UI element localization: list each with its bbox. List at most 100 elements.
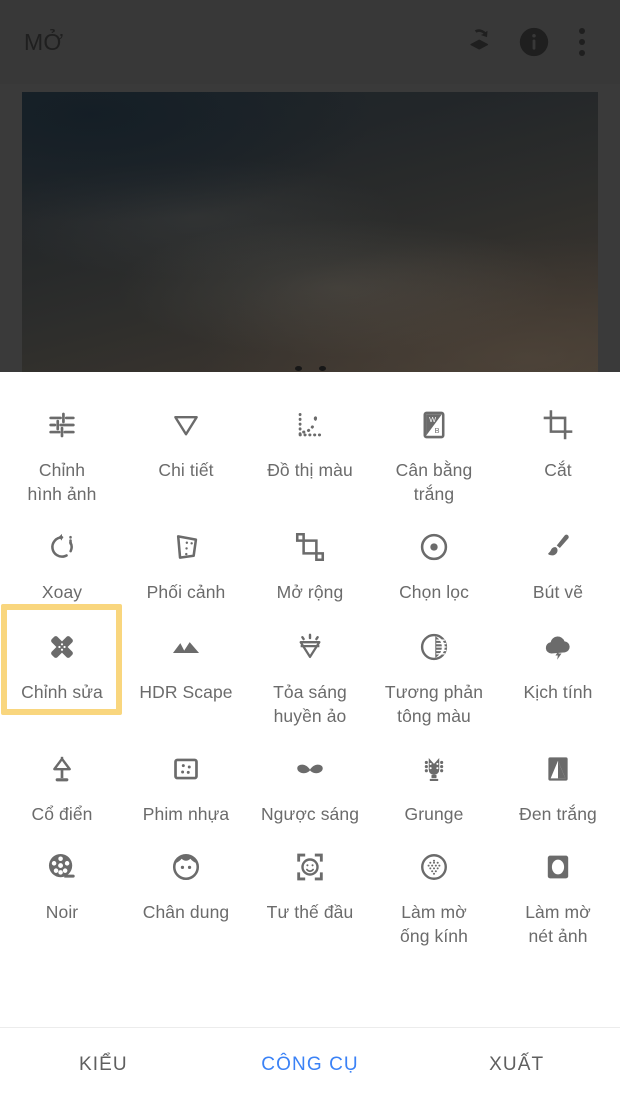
tool-label: Cắt — [544, 460, 572, 480]
details-triangle-icon — [169, 402, 203, 448]
tool-label: Phim nhựa — [142, 804, 230, 824]
curves-icon — [293, 402, 327, 448]
svg-text:B: B — [435, 426, 440, 435]
bottom-tab-bar: KIỂU CÔNG CỤ XUẤT — [0, 1027, 620, 1102]
tool-label: Tư thế đầu — [266, 902, 354, 922]
moustache-icon — [292, 746, 328, 792]
tool-label: Kịch tính — [523, 682, 593, 702]
tool-label: Chỉnh hình ảnh — [27, 460, 97, 504]
tools-grid: Chỉnh hình ảnh Chi tiết Đồ thị màu W B C… — [0, 372, 620, 948]
tools-row: Cổ điển Phim nhựa Ngược sáng Grunge Đen … — [0, 728, 620, 826]
head-pose-icon — [293, 844, 327, 890]
tool-label: Chân dung — [142, 902, 230, 922]
menu-dot — [579, 39, 585, 45]
vignette-blur-icon — [541, 844, 575, 890]
tool-item-kich-tinh[interactable]: Kịch tính — [496, 604, 620, 728]
selective-icon — [417, 524, 451, 570]
tool-label: Làm mờ nét ảnh — [525, 902, 591, 946]
grainy-film-icon — [169, 746, 203, 792]
tool-item-do-thi-mau[interactable]: Đồ thị màu — [248, 384, 372, 506]
page-indicator — [0, 366, 620, 371]
mountains-icon — [169, 624, 203, 670]
tab-xuat[interactable]: XUẤT — [413, 1054, 620, 1076]
tools-row: Xoay Phối cảnh Mở rộng Chọn lọc Bút vẽ — [0, 506, 620, 604]
tool-label: Noir — [45, 902, 79, 922]
overflow-menu-icon[interactable] — [562, 14, 602, 70]
expand-icon — [293, 524, 327, 570]
crop-icon — [541, 402, 575, 448]
tool-label: Mở rộng — [276, 582, 344, 602]
tool-label: Chọn lọc — [399, 582, 469, 602]
tool-item-chon-loc[interactable]: Chọn lọc — [372, 506, 496, 604]
photo-canvas[interactable] — [22, 92, 598, 372]
tool-item-tu-the-dau[interactable]: Tư thế đầu — [248, 826, 372, 948]
tune-icon — [45, 402, 79, 448]
tool-item-chinh-sua[interactable]: Chỉnh sửa — [0, 604, 124, 728]
portrait-face-icon — [169, 844, 203, 890]
tool-label: Ngược sáng — [260, 804, 360, 824]
tab-cong-cu[interactable]: CÔNG CỤ — [207, 1054, 414, 1076]
page-title: MỞ — [24, 28, 64, 55]
tool-item-nguoc-sang[interactable]: Ngược sáng — [248, 728, 372, 826]
perspective-icon — [169, 524, 203, 570]
tool-label: Phối cảnh — [146, 582, 226, 602]
tool-label: Đen trắng — [519, 804, 597, 824]
storm-cloud-icon — [541, 624, 575, 670]
tool-label: Làm mờ ống kính — [400, 902, 468, 946]
black-white-icon — [541, 746, 575, 792]
rotate-icon — [46, 524, 78, 570]
tool-item-grunge[interactable]: Grunge — [372, 728, 496, 826]
tool-item-lam-mo-ong-kinh[interactable]: Làm mờ ống kính — [372, 826, 496, 948]
tool-label: Grunge — [404, 804, 464, 824]
healing-patch-icon — [45, 624, 79, 670]
glamour-gem-icon — [293, 624, 327, 670]
white-balance-icon: W B — [417, 402, 451, 448]
info-icon[interactable] — [506, 14, 562, 70]
svg-text:W: W — [429, 415, 436, 424]
tools-sheet: Chỉnh hình ảnh Chi tiết Đồ thị màu W B C… — [0, 372, 620, 1102]
tool-item-chi-tiet[interactable]: Chi tiết — [124, 384, 248, 506]
app-screen: MỞ Chỉnh hình ảnh Chi tiết Đồ thị màu W … — [0, 0, 620, 1102]
tool-item-mo-rong[interactable]: Mở rộng — [248, 506, 372, 604]
tool-item-chinh-hinh-anh[interactable]: Chỉnh hình ảnh — [0, 384, 124, 506]
tool-item-but-ve[interactable]: Bút vẽ — [496, 506, 620, 604]
menu-dot — [579, 28, 585, 34]
tool-item-xoay[interactable]: Xoay — [0, 506, 124, 604]
lamp-icon — [45, 746, 79, 792]
tool-item-tuong-phan-tong-mau[interactable]: Tương phản tông màu — [372, 604, 496, 728]
tool-item-phoi-canh[interactable]: Phối cảnh — [124, 506, 248, 604]
tool-item-den-trang[interactable]: Đen trắng — [496, 728, 620, 826]
top-app-bar: MỞ — [0, 0, 620, 84]
tool-label: HDR Scape — [139, 682, 233, 702]
tool-item-hdr-scape[interactable]: HDR Scape — [124, 604, 248, 728]
menu-dot — [579, 50, 585, 56]
tool-item-lam-mo-net-anh[interactable]: Làm mờ nét ảnh — [496, 826, 620, 948]
tool-item-co-dien[interactable]: Cổ điển — [0, 728, 124, 826]
tools-row: Noir Chân dung Tư thế đầu Làm mờ ống kín… — [0, 826, 620, 948]
film-reel-icon — [45, 844, 79, 890]
revert-layers-icon[interactable] — [450, 14, 506, 70]
tool-label: Tương phản tông màu — [384, 682, 484, 726]
tool-label: Chi tiết — [158, 460, 214, 480]
tool-item-phim-nhua[interactable]: Phim nhựa — [124, 728, 248, 826]
tonal-contrast-icon — [417, 624, 451, 670]
tool-label: Cân bằng trắng — [395, 460, 473, 504]
tool-label: Bút vẽ — [532, 582, 584, 602]
lens-blur-icon — [417, 844, 451, 890]
tool-label: Chỉnh sửa — [21, 682, 103, 702]
photo-preview-area[interactable] — [0, 84, 620, 372]
tool-item-toa-sang-huyen-ao[interactable]: Tỏa sáng huyền ảo — [248, 604, 372, 728]
tool-item-cat[interactable]: Cắt — [496, 384, 620, 506]
tools-row: Chỉnh hình ảnh Chi tiết Đồ thị màu W B C… — [0, 384, 620, 506]
tool-item-chan-dung[interactable]: Chân dung — [124, 826, 248, 948]
tool-item-noir[interactable]: Noir — [0, 826, 124, 948]
page-dot — [294, 366, 302, 371]
tools-row: Chỉnh sửa HDR Scape Tỏa sáng huyền ảo Tư… — [0, 604, 620, 728]
guitar-headstock-icon — [417, 746, 451, 792]
tool-label: Tỏa sáng huyền ảo — [273, 682, 347, 726]
tool-item-can-bang-trang[interactable]: W B Cân bằng trắng — [372, 384, 496, 506]
tool-label: Cổ điển — [31, 804, 93, 824]
tool-label: Xoay — [41, 582, 83, 602]
tool-label: Đồ thị màu — [267, 460, 353, 480]
tab-kieu[interactable]: KIỂU — [0, 1054, 207, 1076]
